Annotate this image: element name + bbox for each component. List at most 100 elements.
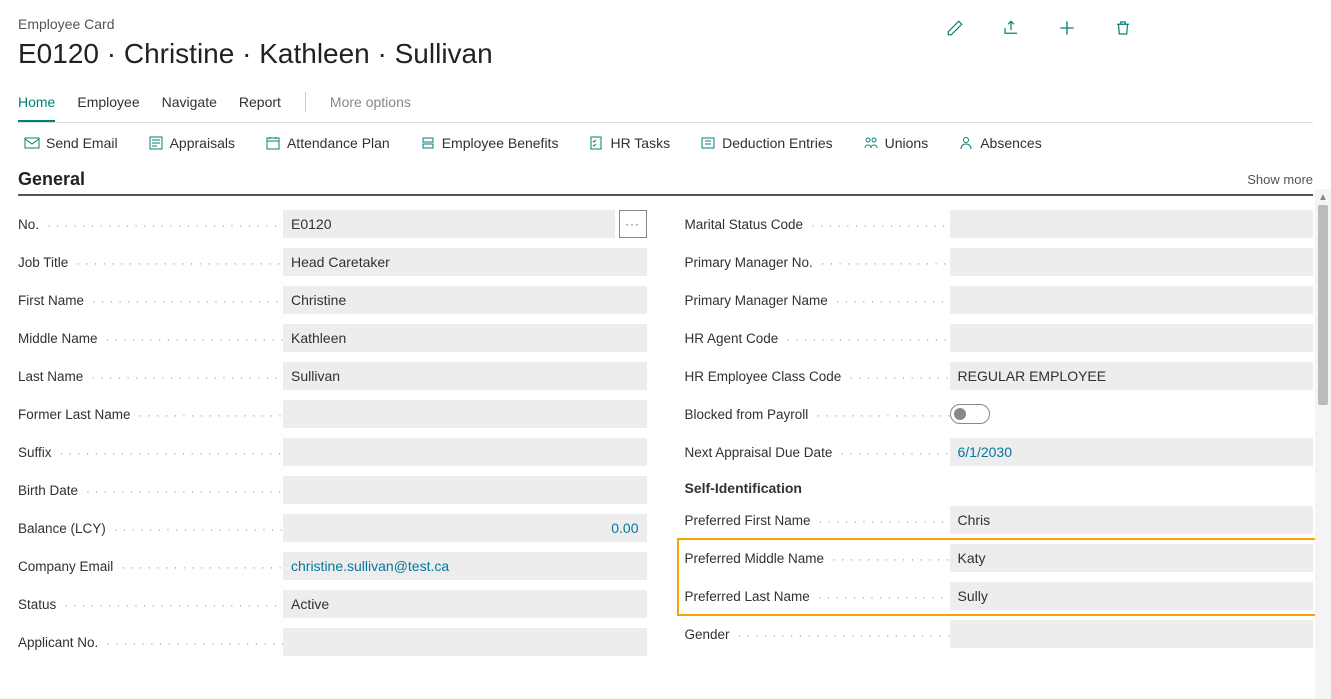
scroll-thumb[interactable]: [1318, 205, 1328, 405]
tab-report[interactable]: Report: [239, 88, 281, 122]
cmd-hr-tasks[interactable]: HR Tasks: [588, 135, 670, 151]
command-bar: Send Email Appraisals Attendance Plan Em…: [18, 123, 1313, 163]
field-input[interactable]: [283, 362, 647, 390]
tab-employee[interactable]: Employee: [77, 88, 139, 122]
field-label: Next Appraisal Due Date: [685, 445, 950, 460]
cmd-label: Attendance Plan: [287, 135, 390, 151]
breadcrumb: Employee Card: [18, 16, 493, 32]
cmd-label: Appraisals: [170, 135, 235, 151]
people-icon: [863, 135, 879, 151]
sub-heading: Self-Identification: [685, 480, 1314, 496]
field-input[interactable]: [950, 620, 1314, 648]
new-icon[interactable]: [1057, 18, 1077, 38]
field-row: HR Employee Class Code: [685, 362, 1314, 390]
field-row: Status: [18, 590, 647, 618]
page-title: E0120 · Christine · Kathleen · Sullivan: [18, 38, 493, 70]
cmd-deduction-entries[interactable]: Deduction Entries: [700, 135, 833, 151]
cmd-appraisals[interactable]: Appraisals: [148, 135, 235, 151]
field-row: HR Agent Code: [685, 324, 1314, 352]
tab-more-options[interactable]: More options: [330, 88, 411, 122]
field-label: First Name: [18, 293, 283, 308]
field-row: Balance (LCY): [18, 514, 647, 542]
benefits-icon: [420, 135, 436, 151]
cmd-label: HR Tasks: [610, 135, 670, 151]
field-row: Next Appraisal Due Date: [685, 438, 1314, 466]
tab-navigate[interactable]: Navigate: [162, 88, 217, 122]
field-input[interactable]: [283, 286, 647, 314]
field-label: Primary Manager No.: [685, 255, 950, 270]
field-input[interactable]: [283, 438, 647, 466]
field-row: Last Name: [18, 362, 647, 390]
field-input[interactable]: [283, 400, 647, 428]
cmd-absences[interactable]: Absences: [958, 135, 1041, 151]
field-input[interactable]: [283, 514, 647, 542]
field-input[interactable]: [283, 628, 647, 656]
field-label: Last Name: [18, 369, 283, 384]
cmd-label: Employee Benefits: [442, 135, 559, 151]
field-label: Preferred First Name: [685, 513, 950, 528]
field-label: HR Employee Class Code: [685, 369, 950, 384]
share-icon[interactable]: [1001, 18, 1021, 38]
cmd-label: Absences: [980, 135, 1041, 151]
field-label: Marital Status Code: [685, 217, 950, 232]
field-input[interactable]: [950, 286, 1314, 314]
field-row: First Name: [18, 286, 647, 314]
field-input[interactable]: [950, 248, 1314, 276]
field-row: Job Title: [18, 248, 647, 276]
cmd-unions[interactable]: Unions: [863, 135, 929, 151]
mail-icon: [24, 135, 40, 151]
show-more-link[interactable]: Show more: [1247, 172, 1313, 187]
field-row: No. ···: [18, 210, 647, 238]
field-input[interactable]: [283, 248, 647, 276]
cmd-label: Unions: [885, 135, 929, 151]
field-row: Birth Date: [18, 476, 647, 504]
field-label: Blocked from Payroll: [685, 407, 950, 422]
field-input[interactable]: [950, 544, 1314, 572]
scrollbar[interactable]: ▲: [1315, 189, 1331, 699]
cmd-label: Deduction Entries: [722, 135, 833, 151]
edit-icon[interactable]: [945, 18, 965, 38]
tab-home[interactable]: Home: [18, 88, 55, 122]
delete-icon[interactable]: [1113, 18, 1133, 38]
deduction-icon: [700, 135, 716, 151]
section-general-title[interactable]: General: [18, 169, 85, 190]
tab-separator: [305, 92, 306, 112]
field-row: Applicant No.: [18, 628, 647, 656]
field-label: Balance (LCY): [18, 521, 283, 536]
field-label: Applicant No.: [18, 635, 283, 650]
field-label: Company Email: [18, 559, 283, 574]
field-input[interactable]: [283, 552, 647, 580]
field-input[interactable]: [950, 506, 1314, 534]
field-label: Job Title: [18, 255, 283, 270]
field-input[interactable]: [950, 362, 1314, 390]
field-label: Suffix: [18, 445, 283, 460]
field-input[interactable]: [950, 210, 1314, 238]
field-row: Marital Status Code: [685, 210, 1314, 238]
field-row: Former Last Name: [18, 400, 647, 428]
field-label: Gender: [685, 627, 950, 642]
scroll-up-arrow[interactable]: ▲: [1315, 189, 1331, 205]
tab-bar: Home Employee Navigate Report More optio…: [18, 88, 1313, 123]
list-icon: [148, 135, 164, 151]
field-input[interactable]: [950, 438, 1314, 466]
field-label: Middle Name: [18, 331, 283, 346]
field-row: Suffix: [18, 438, 647, 466]
field-input[interactable]: [950, 324, 1314, 352]
field-input[interactable]: [283, 590, 647, 618]
field-input[interactable]: [283, 476, 647, 504]
cmd-attendance-plan[interactable]: Attendance Plan: [265, 135, 390, 151]
field-row: Preferred Middle Name: [685, 544, 1314, 572]
cmd-employee-benefits[interactable]: Employee Benefits: [420, 135, 559, 151]
calendar-icon: [265, 135, 281, 151]
field-label: Primary Manager Name: [685, 293, 950, 308]
field-input[interactable]: [283, 324, 647, 352]
form-column-left: No. ··· Job Title First Name Middle Name Last…: [18, 210, 647, 656]
field-input[interactable]: [950, 582, 1314, 610]
field-label: No.: [18, 217, 283, 232]
cmd-send-email[interactable]: Send Email: [24, 135, 118, 151]
form-column-right: Marital Status Code Primary Manager No. Pr…: [685, 210, 1314, 656]
assist-button[interactable]: ···: [619, 210, 647, 238]
toggle-blocked-payroll[interactable]: [950, 404, 990, 424]
field-input[interactable]: [283, 210, 615, 238]
absences-icon: [958, 135, 974, 151]
